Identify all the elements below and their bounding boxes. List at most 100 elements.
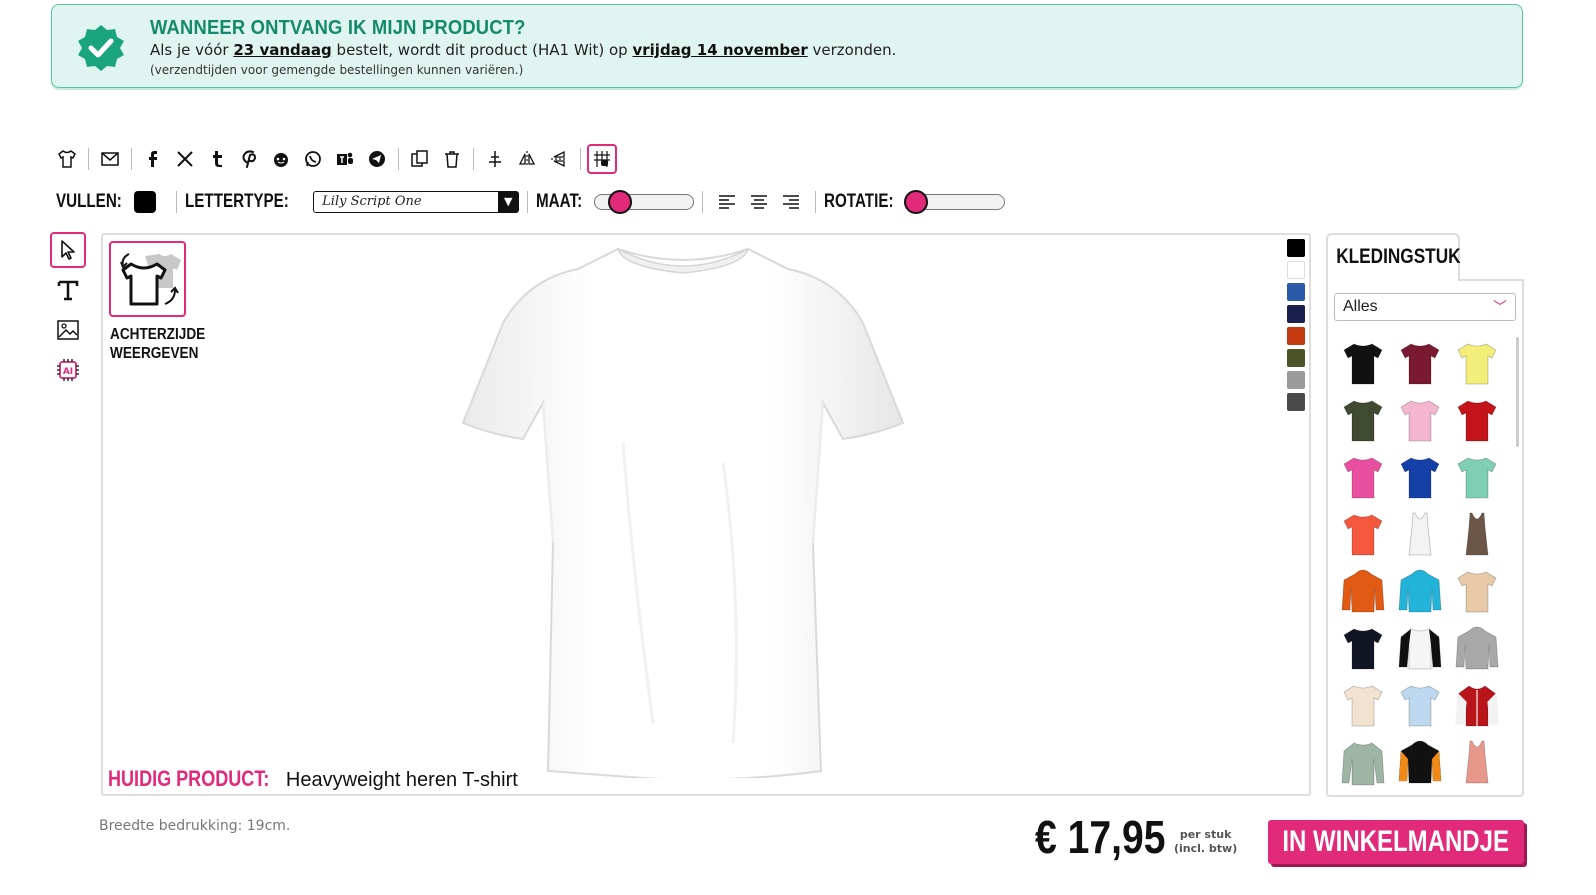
- garment-thumbnail: [1398, 740, 1441, 783]
- fill-color-picker[interactable]: [134, 191, 157, 213]
- color-swatch[interactable]: [1287, 239, 1305, 257]
- show-back-button[interactable]: [109, 241, 186, 317]
- garment-item[interactable]: [1334, 392, 1391, 449]
- toolbar-divider: [88, 148, 89, 170]
- garment-item[interactable]: [1391, 677, 1448, 734]
- garment-item[interactable]: [1448, 506, 1505, 563]
- ai-chip-icon: AI: [57, 359, 79, 381]
- garment-item[interactable]: [1448, 335, 1505, 392]
- color-swatch[interactable]: [1287, 393, 1305, 411]
- banner-title: WANNEER ONTVANG IK MIJN PRODUCT?: [150, 17, 526, 39]
- garment-tab-label: KLEDINGSTUK: [1336, 245, 1461, 268]
- print-width-text: Breedte bedrukking: 19cm.: [99, 818, 291, 834]
- align-left-icon[interactable]: [715, 190, 739, 214]
- rotation-slider-handle[interactable]: [903, 190, 928, 214]
- banner-text-prefix: Als je vóór: [150, 41, 229, 59]
- garment-thumbnail: [1399, 457, 1440, 498]
- price: € 17,95: [1035, 811, 1166, 863]
- ai-tool[interactable]: AI: [50, 352, 86, 388]
- x-icon[interactable]: [170, 144, 200, 174]
- garment-item[interactable]: [1448, 392, 1505, 449]
- category-select-value: Alles: [1343, 298, 1378, 315]
- editor-toolbar: [52, 143, 619, 175]
- font-select-value: Lily Script One: [322, 194, 422, 209]
- size-slider-handle[interactable]: [608, 190, 633, 214]
- garment-item[interactable]: [1334, 620, 1391, 677]
- telegram-icon[interactable]: [362, 144, 392, 174]
- garment-thumbnail: [1342, 685, 1383, 726]
- copy-icon[interactable]: [405, 144, 435, 174]
- garment-thumbnail: [1342, 343, 1383, 384]
- garment-thumbnail: [1341, 742, 1384, 785]
- garment-scrollbar[interactable]: [1516, 337, 1519, 447]
- color-swatch[interactable]: [1287, 349, 1305, 367]
- garment-thumbnail: [1398, 569, 1441, 612]
- design-canvas[interactable]: ACHTERZIJDE WEERGEVEN HUIDIG PRODUCT: He…: [101, 233, 1311, 796]
- flip-horizontal-icon[interactable]: [512, 144, 542, 174]
- garment-item[interactable]: [1391, 734, 1448, 791]
- garment-thumbnail: [1398, 628, 1441, 669]
- add-to-cart-button[interactable]: IN WINKELMANDJE: [1268, 820, 1524, 864]
- garment-item[interactable]: [1448, 620, 1505, 677]
- trash-icon[interactable]: [437, 144, 467, 174]
- flip-vertical-icon[interactable]: [544, 144, 574, 174]
- garment-item[interactable]: [1334, 734, 1391, 791]
- rotation-label: ROTATIE:: [823, 191, 894, 212]
- image-tool[interactable]: [50, 312, 86, 348]
- garment-thumbnail: [1341, 569, 1384, 612]
- garment-item[interactable]: [1391, 620, 1448, 677]
- garment-item[interactable]: [1391, 449, 1448, 506]
- banner-text-middle: bestelt, wordt dit product (HA1 Wit) op: [336, 41, 628, 59]
- color-swatch[interactable]: [1287, 305, 1305, 323]
- select-tool[interactable]: [50, 232, 86, 268]
- align-center-icon[interactable]: [747, 190, 771, 214]
- price-unit-note: per stuk (incl. btw): [1174, 828, 1237, 856]
- rotation-slider[interactable]: [903, 190, 1005, 214]
- garment-item[interactable]: [1448, 734, 1505, 791]
- whatsapp-icon[interactable]: [298, 144, 328, 174]
- garment-item[interactable]: [1448, 563, 1505, 620]
- garment-thumbnail: [1399, 343, 1440, 384]
- email-icon[interactable]: [95, 144, 125, 174]
- size-slider[interactable]: [593, 190, 694, 214]
- garment-item[interactable]: [1334, 506, 1391, 563]
- toolbar-divider: [131, 148, 132, 170]
- teams-icon[interactable]: [330, 144, 360, 174]
- tool-palette: AI: [50, 232, 86, 392]
- reddit-icon[interactable]: [266, 144, 296, 174]
- facebook-icon[interactable]: [138, 144, 168, 174]
- garment-item[interactable]: [1391, 335, 1448, 392]
- garment-item[interactable]: [1334, 449, 1391, 506]
- banner-deadline: 23 vandaag: [233, 41, 332, 59]
- garment-tab[interactable]: KLEDINGSTUK: [1326, 233, 1461, 281]
- font-select[interactable]: Lily Script One ▼: [313, 191, 520, 213]
- tumblr-icon[interactable]: [202, 144, 232, 174]
- color-swatch[interactable]: [1287, 261, 1305, 279]
- color-swatch[interactable]: [1287, 327, 1305, 345]
- garment-item[interactable]: [1334, 563, 1391, 620]
- toolbar-divider: [398, 148, 399, 170]
- garment-grid: [1334, 335, 1510, 791]
- align-right-icon[interactable]: [779, 190, 803, 214]
- category-select[interactable]: Alles ﹀: [1334, 293, 1516, 321]
- grid-icon[interactable]: [587, 144, 617, 174]
- color-swatch[interactable]: [1287, 371, 1305, 389]
- text-tool[interactable]: [50, 272, 86, 308]
- banner-text-suffix: verzonden.: [812, 41, 897, 59]
- garment-item[interactable]: [1448, 449, 1505, 506]
- garment-item[interactable]: [1334, 335, 1391, 392]
- garment-item[interactable]: [1391, 392, 1448, 449]
- garment-thumbnail: [1456, 571, 1497, 612]
- garment-item[interactable]: [1391, 506, 1448, 563]
- pinterest-icon[interactable]: [234, 144, 264, 174]
- shirt-icon[interactable]: [52, 144, 82, 174]
- garment-item[interactable]: [1334, 677, 1391, 734]
- center-icon[interactable]: [480, 144, 510, 174]
- tshirt-preview: [461, 247, 905, 778]
- options-divider: [527, 191, 529, 213]
- color-swatch[interactable]: [1287, 283, 1305, 301]
- garment-item[interactable]: [1448, 677, 1505, 734]
- garment-thumbnail: [1342, 400, 1383, 441]
- cursor-icon: [61, 240, 75, 260]
- garment-item[interactable]: [1391, 563, 1448, 620]
